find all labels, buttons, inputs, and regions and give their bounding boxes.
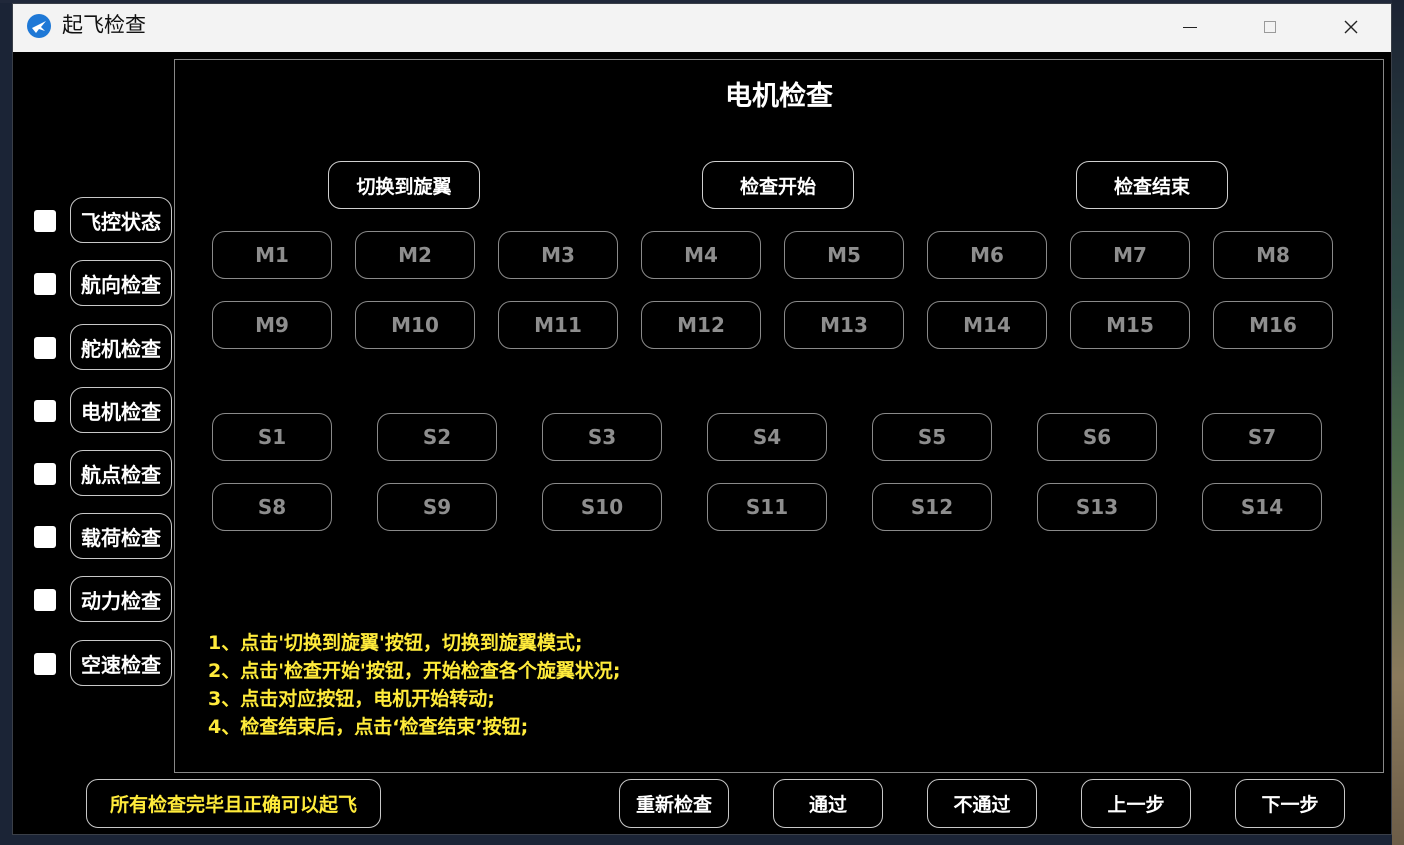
motor-button-m4[interactable]: M4 <box>641 231 761 279</box>
checkbox-heading[interactable] <box>34 273 56 295</box>
motor-button-m3[interactable]: M3 <box>498 231 618 279</box>
checkbox-power[interactable] <box>34 589 56 611</box>
motor-button-m6[interactable]: M6 <box>927 231 1047 279</box>
sidebar-button-power[interactable]: 动力检查 <box>70 576 172 622</box>
check-start-button[interactable]: 检查开始 <box>702 161 854 209</box>
pass-button[interactable]: 通过 <box>773 779 883 828</box>
motor-check-panel: 电机检查 切换到旋翼 检查开始 检查结束 M1 M2 M3 M4 M5 M6 M… <box>174 59 1384 773</box>
maximize-button[interactable] <box>1230 4 1310 50</box>
check-end-button[interactable]: 检查结束 <box>1076 161 1228 209</box>
ready-to-fly-status[interactable]: 所有检查完毕且正确可以起飞 <box>86 779 381 828</box>
sidebar-row: 舵机检查 <box>13 324 175 374</box>
servo-button-s7[interactable]: S7 <box>1202 413 1322 461</box>
servo-button-s1[interactable]: S1 <box>212 413 332 461</box>
sidebar-button-airspeed[interactable]: 空速检查 <box>70 640 172 686</box>
servo-button-s9[interactable]: S9 <box>377 483 497 531</box>
motor-button-m7[interactable]: M7 <box>1070 231 1190 279</box>
checkbox-flight-control[interactable] <box>34 210 56 232</box>
motor-button-m12[interactable]: M12 <box>641 301 761 349</box>
motor-button-m13[interactable]: M13 <box>784 301 904 349</box>
servo-button-s11[interactable]: S11 <box>707 483 827 531</box>
previous-step-button[interactable]: 上一步 <box>1081 779 1191 828</box>
checkbox-motor[interactable] <box>34 400 56 422</box>
sidebar-row: 动力检查 <box>13 576 175 626</box>
motor-button-m9[interactable]: M9 <box>212 301 332 349</box>
sidebar-row: 飞控状态 <box>13 197 175 247</box>
sidebar-button-waypoint[interactable]: 航点检查 <box>70 450 172 496</box>
minimize-icon <box>1183 26 1197 28</box>
next-step-button[interactable]: 下一步 <box>1235 779 1345 828</box>
desktop-wallpaper <box>1392 0 1404 845</box>
instruction-line: 2、点击'检查开始'按钮，开始检查各个旋翼状况; <box>208 660 621 682</box>
motor-button-m1[interactable]: M1 <box>212 231 332 279</box>
motor-button-m16[interactable]: M16 <box>1213 301 1333 349</box>
sidebar-row: 空速检查 <box>13 640 175 690</box>
servo-button-s10[interactable]: S10 <box>542 483 662 531</box>
fail-button[interactable]: 不通过 <box>927 779 1037 828</box>
sidebar-row: 航向检查 <box>13 260 175 310</box>
title-bar[interactable]: 起飞检查 <box>13 4 1391 52</box>
switch-to-rotor-button[interactable]: 切换到旋翼 <box>328 161 480 209</box>
minimize-button[interactable] <box>1150 4 1230 50</box>
sidebar-button-heading[interactable]: 航向检查 <box>70 260 172 306</box>
servo-button-s6[interactable]: S6 <box>1037 413 1157 461</box>
motor-button-m2[interactable]: M2 <box>355 231 475 279</box>
close-button[interactable] <box>1311 4 1391 50</box>
maximize-icon <box>1264 21 1276 33</box>
instruction-line: 4、检查结束后，点击‘检查结束’按钮; <box>208 716 529 738</box>
servo-button-s2[interactable]: S2 <box>377 413 497 461</box>
recheck-button[interactable]: 重新检查 <box>619 779 729 828</box>
instruction-line: 3、点击对应按钮，电机开始转动; <box>208 688 495 710</box>
servo-button-s8[interactable]: S8 <box>212 483 332 531</box>
instruction-line: 1、点击'切换到旋翼'按钮，切换到旋翼模式; <box>208 632 583 654</box>
servo-button-s12[interactable]: S12 <box>872 483 992 531</box>
app-icon <box>27 14 51 38</box>
servo-button-s14[interactable]: S14 <box>1202 483 1322 531</box>
sidebar-button-payload[interactable]: 载荷检查 <box>70 513 172 559</box>
servo-button-s3[interactable]: S3 <box>542 413 662 461</box>
motor-button-m8[interactable]: M8 <box>1213 231 1333 279</box>
motor-button-m10[interactable]: M10 <box>355 301 475 349</box>
instructions: 1、点击'切换到旋翼'按钮，切换到旋翼模式; 2、点击'检查开始'按钮，开始检查… <box>208 629 620 741</box>
motor-button-m15[interactable]: M15 <box>1070 301 1190 349</box>
motor-button-m14[interactable]: M14 <box>927 301 1047 349</box>
servo-button-s13[interactable]: S13 <box>1037 483 1157 531</box>
servo-button-s4[interactable]: S4 <box>707 413 827 461</box>
app-window: 起飞检查 飞控状态 航向检查 舵机检查 电机检查 航点检查 载荷检查 动力检查 … <box>12 3 1392 835</box>
sidebar-row: 电机检查 <box>13 387 175 437</box>
sidebar-row: 航点检查 <box>13 450 175 500</box>
close-icon <box>1344 20 1358 34</box>
checkbox-payload[interactable] <box>34 526 56 548</box>
sidebar-row: 载荷检查 <box>13 513 175 563</box>
sidebar-button-motor[interactable]: 电机检查 <box>70 387 172 433</box>
checkbox-servo[interactable] <box>34 337 56 359</box>
motor-button-m11[interactable]: M11 <box>498 301 618 349</box>
sidebar-button-flight-control[interactable]: 飞控状态 <box>70 197 172 243</box>
panel-title: 电机检查 <box>725 81 833 112</box>
servo-button-s5[interactable]: S5 <box>872 413 992 461</box>
checkbox-waypoint[interactable] <box>34 463 56 485</box>
checkbox-airspeed[interactable] <box>34 653 56 675</box>
window-title: 起飞检查 <box>62 13 146 37</box>
motor-button-m5[interactable]: M5 <box>784 231 904 279</box>
sidebar-button-servo[interactable]: 舵机检查 <box>70 324 172 370</box>
